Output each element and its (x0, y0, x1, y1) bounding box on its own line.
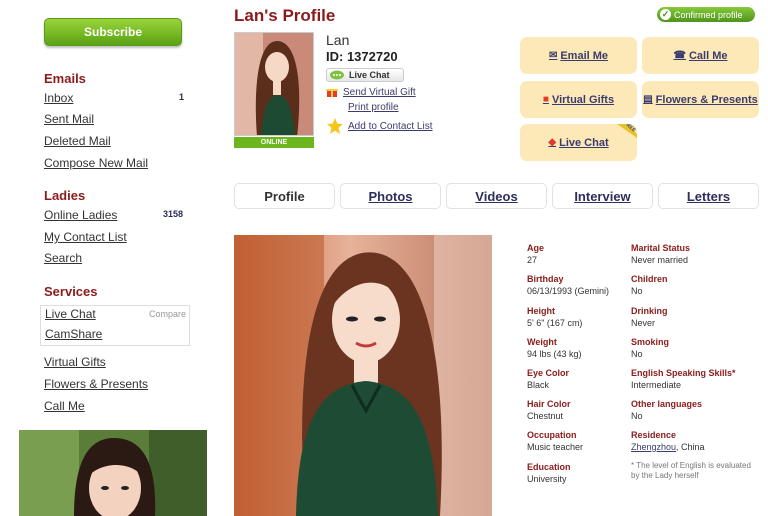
email-me-label: Email Me (560, 49, 609, 62)
online-status-badge: ONLINE (234, 137, 314, 148)
call-me-button[interactable]: ☎ Call Me (642, 37, 759, 74)
add-contact-row: Add to Contact List (326, 117, 433, 135)
detail-value: 06/13/1993 (Gemini) (527, 286, 610, 296)
detail-label: English Speaking Skills* (631, 368, 736, 378)
detail-value: Chestnut (527, 411, 564, 421)
detail-label: Eye Color (527, 368, 570, 378)
tab-interview[interactable]: Interview (552, 183, 653, 209)
main-profile-photo[interactable] (234, 235, 492, 516)
call-me-label: Call Me (688, 49, 728, 62)
online-ladies-count: 3158 (163, 209, 184, 219)
live-chat-small-label: Live Chat (349, 70, 390, 80)
checkmark-icon: ✓ (660, 9, 671, 20)
flowers-presents-button[interactable]: ▤ Flowers & Presents (642, 81, 759, 118)
detail-value: Zhengzhou, China (631, 442, 705, 452)
sidebar-item-contact-list[interactable]: My Contact List (44, 230, 127, 244)
detail-label: Weight (527, 337, 557, 347)
confirmed-badge-label: Confirmed profile (674, 9, 743, 20)
envelope-icon: ✉ (548, 50, 558, 61)
detail-label: Smoking (631, 337, 670, 347)
gift-icon: ■ (542, 94, 549, 105)
emails-section-title: Emails (44, 71, 86, 86)
sidebar-item-online-ladies[interactable]: Online Ladies (44, 208, 117, 222)
detail-value: 94 lbs (43 kg) (527, 349, 582, 359)
tab-photos[interactable]: Photos (340, 183, 441, 209)
inbox-count-badge: 1 (179, 92, 185, 102)
sidebar-lady-photo[interactable] (19, 430, 207, 516)
detail-label: Education (527, 462, 571, 472)
virtual-gifts-label: Virtual Gifts (551, 93, 615, 106)
subscribe-button[interactable]: Subscribe (44, 18, 182, 46)
send-virtual-gift-link[interactable]: Send Virtual Gift (343, 87, 416, 98)
confirmed-profile-badge: ✓ Confirmed profile (657, 7, 755, 22)
send-gift-row: Send Virtual Gift (326, 86, 416, 98)
tab-videos[interactable]: Videos (446, 183, 547, 209)
services-section-title: Services (44, 284, 98, 299)
detail-value: No (631, 349, 643, 359)
english-level-note: * The level of English is evaluated by t… (631, 461, 751, 480)
flower-card-icon: ▤ (643, 94, 653, 105)
flowers-presents-label: Flowers & Presents (655, 93, 758, 106)
print-profile-link[interactable]: Print profile (348, 102, 399, 113)
page-title: Lan's Profile (234, 6, 336, 25)
detail-value: 5' 6" (167 cm) (527, 318, 583, 328)
virtual-gifts-button[interactable]: ■ Virtual Gifts (520, 81, 637, 118)
sidebar-item-live-chat[interactable]: Live Chat (45, 307, 96, 321)
detail-label: Residence (631, 430, 677, 440)
detail-value: Never (631, 318, 656, 328)
detail-label: Age (527, 243, 545, 253)
detail-label: Occupation (527, 430, 577, 440)
sidebar-item-compose-mail[interactable]: Compose New Mail (44, 156, 148, 170)
detail-label: Drinking (631, 306, 668, 316)
gift-icon (326, 89, 338, 97)
sidebar-item-flowers[interactable]: Flowers & Presents (44, 377, 148, 391)
detail-label: Height (527, 306, 555, 316)
detail-value: Never married (631, 255, 689, 265)
detail-label: Birthday (527, 274, 564, 284)
lady-id: ID: 1372720 (326, 49, 398, 64)
detail-value: Intermediate (631, 380, 682, 390)
residence-city-link[interactable]: Zhengzhou (631, 442, 676, 452)
compare-link[interactable]: Compare (149, 309, 186, 319)
star-icon (327, 118, 343, 134)
ladies-section-title: Ladies (44, 188, 86, 203)
live-chat-small-button[interactable]: Live Chat (326, 68, 404, 82)
live-chat-label: Live Chat (559, 136, 609, 149)
sidebar-item-virtual-gifts[interactable]: Virtual Gifts (44, 355, 106, 369)
detail-value: No (631, 411, 643, 421)
detail-value: Music teacher (527, 442, 584, 452)
sidebar-item-sent-mail[interactable]: Sent Mail (44, 112, 94, 126)
detail-value: No (631, 286, 643, 296)
residence-country: , China (676, 442, 705, 452)
add-to-contact-list-link[interactable]: Add to Contact List (348, 121, 433, 132)
detail-value: University (527, 474, 567, 484)
sidebar-item-search[interactable]: Search (44, 251, 82, 265)
sidebar-item-deleted-mail[interactable]: Deleted Mail (44, 134, 111, 148)
detail-value: Black (527, 380, 550, 390)
detail-label: Children (631, 274, 668, 284)
chat-bubble-icon: ◆ (548, 137, 557, 148)
sidebar-item-inbox[interactable]: Inbox (44, 91, 73, 105)
free-ribbon: FREE (613, 124, 637, 138)
sidebar-item-call-me[interactable]: Call Me (44, 399, 85, 413)
detail-label: Other languages (631, 399, 703, 409)
detail-value: 27 (527, 255, 538, 265)
lady-name: Lan (326, 32, 350, 48)
chat-bubble-icon (330, 70, 344, 80)
tab-profile[interactable]: Profile (234, 183, 335, 209)
detail-label: Hair Color (527, 399, 571, 409)
phone-icon: ☎ (673, 50, 686, 61)
email-me-button[interactable]: ✉ Email Me (520, 37, 637, 74)
sidebar-item-camshare[interactable]: CamShare (45, 327, 102, 341)
detail-label: Marital Status (631, 243, 691, 253)
profile-thumbnail[interactable] (234, 32, 314, 136)
tab-letters[interactable]: Letters (658, 183, 759, 209)
